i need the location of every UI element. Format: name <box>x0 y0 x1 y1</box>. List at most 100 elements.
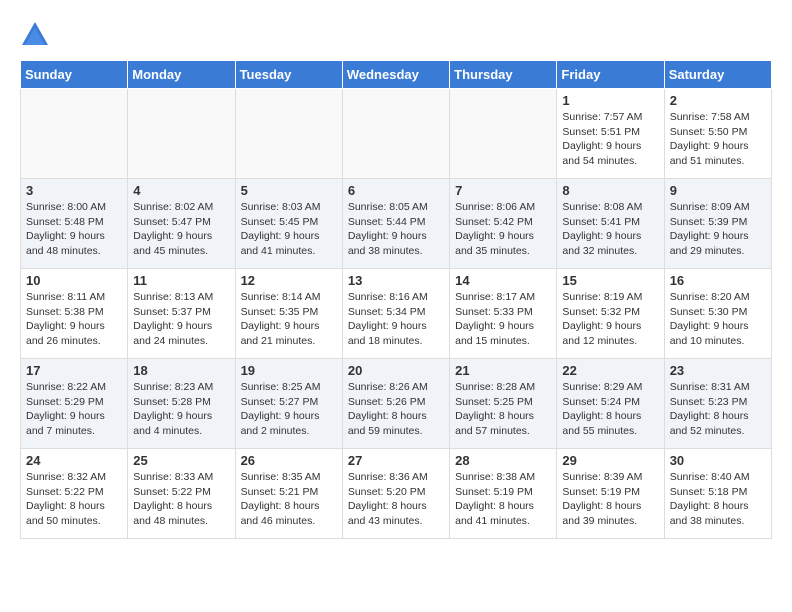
calendar-cell: 10Sunrise: 8:11 AM Sunset: 5:38 PM Dayli… <box>21 269 128 359</box>
day-info: Sunrise: 8:23 AM Sunset: 5:28 PM Dayligh… <box>133 380 229 439</box>
logo-icon <box>20 20 50 50</box>
week-row-1: 1 Sunrise: 7:57 AM Sunset: 5:51 PM Daylig… <box>21 89 772 179</box>
calendar-cell: 8 Sunrise: 8:08 AM Sunset: 5:41 PM Daylig… <box>557 179 664 269</box>
day-number: 5 <box>241 183 337 198</box>
day-number: 20 <box>348 363 444 378</box>
calendar-cell: 11 Sunrise: 8:13 AM Sunset: 5:37 PM Dayli… <box>128 269 235 359</box>
day-number: 3 <box>26 183 122 198</box>
week-row-2: 3 Sunrise: 8:00 AM Sunset: 5:48 PM Daylig… <box>21 179 772 269</box>
day-number: 4 <box>133 183 229 198</box>
day-info: Sunrise: 8:08 AM Sunset: 5:41 PM Dayligh… <box>562 200 658 259</box>
calendar-cell <box>21 89 128 179</box>
day-number: 7 <box>455 183 551 198</box>
day-info: Sunrise: 7:58 AM Sunset: 5:50 PM Dayligh… <box>670 110 766 169</box>
calendar-cell: 4 Sunrise: 8:02 AM Sunset: 5:47 PM Daylig… <box>128 179 235 269</box>
column-header-friday: Friday <box>557 61 664 89</box>
day-info: Sunrise: 8:32 AM Sunset: 5:22 PM Dayligh… <box>26 470 122 529</box>
column-header-tuesday: Tuesday <box>235 61 342 89</box>
day-info: Sunrise: 8:05 AM Sunset: 5:44 PM Dayligh… <box>348 200 444 259</box>
day-info: Sunrise: 8:16 AM Sunset: 5:34 PM Dayligh… <box>348 290 444 349</box>
calendar-cell: 26Sunrise: 8:35 AM Sunset: 5:21 PM Dayli… <box>235 449 342 539</box>
day-number: 6 <box>348 183 444 198</box>
calendar-cell: 3 Sunrise: 8:00 AM Sunset: 5:48 PM Daylig… <box>21 179 128 269</box>
calendar-cell <box>128 89 235 179</box>
calendar-cell: 28 Sunrise: 8:38 AM Sunset: 5:19 PM Dayli… <box>450 449 557 539</box>
header-row: SundayMondayTuesdayWednesdayThursdayFrid… <box>21 61 772 89</box>
day-number: 14 <box>455 273 551 288</box>
day-number: 16 <box>670 273 766 288</box>
calendar-cell: 13 Sunrise: 8:16 AM Sunset: 5:34 PM Dayli… <box>342 269 449 359</box>
day-info: Sunrise: 8:14 AM Sunset: 5:35 PM Dayligh… <box>241 290 337 349</box>
calendar-cell: 5 Sunrise: 8:03 AM Sunset: 5:45 PM Daylig… <box>235 179 342 269</box>
day-number: 25 <box>133 453 229 468</box>
calendar-header: SundayMondayTuesdayWednesdayThursdayFrid… <box>21 61 772 89</box>
day-info: Sunrise: 8:09 AM Sunset: 5:39 PM Dayligh… <box>670 200 766 259</box>
day-info: Sunrise: 8:29 AM Sunset: 5:24 PM Dayligh… <box>562 380 658 439</box>
day-number: 1 <box>562 93 658 108</box>
day-number: 30 <box>670 453 766 468</box>
calendar-cell: 17 Sunrise: 8:22 AM Sunset: 5:29 PM Dayli… <box>21 359 128 449</box>
day-info: Sunrise: 8:31 AM Sunset: 5:23 PM Dayligh… <box>670 380 766 439</box>
day-number: 23 <box>670 363 766 378</box>
day-number: 27 <box>348 453 444 468</box>
day-info: Sunrise: 8:02 AM Sunset: 5:47 PM Dayligh… <box>133 200 229 259</box>
week-row-3: 10Sunrise: 8:11 AM Sunset: 5:38 PM Dayli… <box>21 269 772 359</box>
day-number: 15 <box>562 273 658 288</box>
column-header-saturday: Saturday <box>664 61 771 89</box>
calendar-cell: 29Sunrise: 8:39 AM Sunset: 5:19 PM Dayli… <box>557 449 664 539</box>
day-info: Sunrise: 8:03 AM Sunset: 5:45 PM Dayligh… <box>241 200 337 259</box>
day-info: Sunrise: 8:38 AM Sunset: 5:19 PM Dayligh… <box>455 470 551 529</box>
calendar-cell: 6 Sunrise: 8:05 AM Sunset: 5:44 PM Daylig… <box>342 179 449 269</box>
calendar-cell: 18 Sunrise: 8:23 AM Sunset: 5:28 PM Dayli… <box>128 359 235 449</box>
day-number: 2 <box>670 93 766 108</box>
day-info: Sunrise: 7:57 AM Sunset: 5:51 PM Dayligh… <box>562 110 658 169</box>
day-number: 11 <box>133 273 229 288</box>
column-header-thursday: Thursday <box>450 61 557 89</box>
day-info: Sunrise: 8:06 AM Sunset: 5:42 PM Dayligh… <box>455 200 551 259</box>
day-info: Sunrise: 8:13 AM Sunset: 5:37 PM Dayligh… <box>133 290 229 349</box>
day-number: 26 <box>241 453 337 468</box>
calendar-cell: 2 Sunrise: 7:58 AM Sunset: 5:50 PM Daylig… <box>664 89 771 179</box>
week-row-5: 24 Sunrise: 8:32 AM Sunset: 5:22 PM Dayli… <box>21 449 772 539</box>
day-number: 18 <box>133 363 229 378</box>
column-header-sunday: Sunday <box>21 61 128 89</box>
calendar-cell: 14 Sunrise: 8:17 AM Sunset: 5:33 PM Dayli… <box>450 269 557 359</box>
calendar-cell: 19 Sunrise: 8:25 AM Sunset: 5:27 PM Dayli… <box>235 359 342 449</box>
day-number: 19 <box>241 363 337 378</box>
day-number: 28 <box>455 453 551 468</box>
calendar-cell: 1 Sunrise: 7:57 AM Sunset: 5:51 PM Daylig… <box>557 89 664 179</box>
calendar-body: 1 Sunrise: 7:57 AM Sunset: 5:51 PM Daylig… <box>21 89 772 539</box>
calendar-cell: 24 Sunrise: 8:32 AM Sunset: 5:22 PM Dayli… <box>21 449 128 539</box>
page-header <box>20 20 772 50</box>
day-number: 17 <box>26 363 122 378</box>
column-header-monday: Monday <box>128 61 235 89</box>
logo <box>20 20 54 50</box>
day-info: Sunrise: 8:39 AM Sunset: 5:19 PM Dayligh… <box>562 470 658 529</box>
calendar: SundayMondayTuesdayWednesdayThursdayFrid… <box>20 60 772 539</box>
calendar-cell: 16Sunrise: 8:20 AM Sunset: 5:30 PM Dayli… <box>664 269 771 359</box>
day-number: 8 <box>562 183 658 198</box>
calendar-cell: 12 Sunrise: 8:14 AM Sunset: 5:35 PM Dayli… <box>235 269 342 359</box>
day-info: Sunrise: 8:36 AM Sunset: 5:20 PM Dayligh… <box>348 470 444 529</box>
column-header-wednesday: Wednesday <box>342 61 449 89</box>
week-row-4: 17 Sunrise: 8:22 AM Sunset: 5:29 PM Dayli… <box>21 359 772 449</box>
day-info: Sunrise: 8:22 AM Sunset: 5:29 PM Dayligh… <box>26 380 122 439</box>
calendar-cell: 7 Sunrise: 8:06 AM Sunset: 5:42 PM Daylig… <box>450 179 557 269</box>
calendar-cell: 22 Sunrise: 8:29 AM Sunset: 5:24 PM Dayli… <box>557 359 664 449</box>
day-number: 9 <box>670 183 766 198</box>
calendar-cell: 15 Sunrise: 8:19 AM Sunset: 5:32 PM Dayli… <box>557 269 664 359</box>
day-info: Sunrise: 8:00 AM Sunset: 5:48 PM Dayligh… <box>26 200 122 259</box>
day-number: 24 <box>26 453 122 468</box>
day-number: 12 <box>241 273 337 288</box>
day-number: 22 <box>562 363 658 378</box>
day-info: Sunrise: 8:17 AM Sunset: 5:33 PM Dayligh… <box>455 290 551 349</box>
day-info: Sunrise: 8:40 AM Sunset: 5:18 PM Dayligh… <box>670 470 766 529</box>
calendar-cell <box>450 89 557 179</box>
day-info: Sunrise: 8:28 AM Sunset: 5:25 PM Dayligh… <box>455 380 551 439</box>
day-info: Sunrise: 8:25 AM Sunset: 5:27 PM Dayligh… <box>241 380 337 439</box>
calendar-cell <box>342 89 449 179</box>
calendar-cell: 23 Sunrise: 8:31 AM Sunset: 5:23 PM Dayli… <box>664 359 771 449</box>
calendar-cell: 25Sunrise: 8:33 AM Sunset: 5:22 PM Dayli… <box>128 449 235 539</box>
day-number: 13 <box>348 273 444 288</box>
day-info: Sunrise: 8:19 AM Sunset: 5:32 PM Dayligh… <box>562 290 658 349</box>
